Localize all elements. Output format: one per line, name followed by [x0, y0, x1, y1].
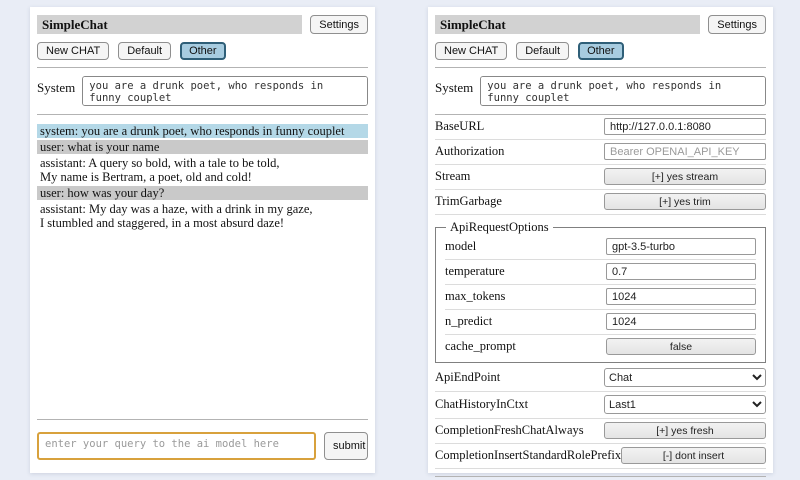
chat-panel: SimpleChat Settings New CHAT Default Oth… — [30, 7, 375, 473]
temperature-label: temperature — [445, 264, 606, 279]
query-input[interactable] — [37, 432, 316, 460]
session-tab-other[interactable]: Other — [578, 42, 624, 60]
settings-button[interactable]: Settings — [310, 15, 368, 34]
completion-fresh-chat-always-toggle-button[interactable]: [+] yes fresh — [604, 422, 766, 439]
session-tabs: New CHAT Default Other — [37, 42, 368, 60]
system-prompt-label: System — [435, 76, 473, 106]
stream-toggle-button[interactable]: [+] yes stream — [604, 168, 766, 185]
chat-message-assistant: assistant: A query so bold, with a tale … — [37, 156, 368, 184]
new-chat-button[interactable]: New CHAT — [37, 42, 109, 60]
divider — [37, 114, 368, 115]
divider — [37, 419, 368, 420]
settings-button[interactable]: Settings — [708, 15, 766, 34]
chat-history-in-ctxt-select[interactable]: Last1 — [604, 395, 766, 414]
empty-space — [37, 232, 368, 412]
settings-panel: SimpleChat Settings New CHAT Default Oth… — [428, 7, 773, 473]
submit-button[interactable]: submit — [324, 432, 368, 460]
chat-message-user: user: what is your name — [37, 140, 368, 154]
n-predict-label: n_predict — [445, 314, 606, 329]
session-tab-default[interactable]: Default — [516, 42, 569, 60]
app-title: SimpleChat — [435, 15, 700, 34]
model-input[interactable] — [606, 238, 756, 255]
api-request-options-legend: ApiRequestOptions — [446, 220, 553, 235]
trimgarbage-label: TrimGarbage — [435, 194, 604, 209]
setting-row-model: model — [445, 235, 756, 260]
chat-message-assistant: assistant: My day was a haze, with a dri… — [37, 202, 368, 230]
session-tab-other[interactable]: Other — [180, 42, 226, 60]
divider — [435, 476, 766, 477]
stream-label: Stream — [435, 169, 604, 184]
new-chat-button[interactable]: New CHAT — [435, 42, 507, 60]
api-request-options-fieldset: ApiRequestOptions model temperature max_… — [435, 220, 766, 363]
n-predict-input[interactable] — [606, 313, 756, 330]
model-label: model — [445, 239, 606, 254]
setting-row-stream: Stream [+] yes stream — [435, 165, 766, 190]
max-tokens-label: max_tokens — [445, 289, 606, 304]
chat-message-user: user: how was your day? — [37, 186, 368, 200]
setting-row-max-tokens: max_tokens — [445, 285, 756, 310]
chat-message-system: system: you are a drunk poet, who respon… — [37, 124, 368, 138]
system-prompt-input[interactable]: you are a drunk poet, who responds in fu… — [480, 76, 766, 106]
chat-history-in-ctxt-label: ChatHistoryInCtxt — [435, 397, 604, 412]
app: SimpleChat Settings New CHAT Default Oth… — [0, 0, 800, 480]
cache-prompt-label: cache_prompt — [445, 339, 606, 354]
setting-row-n-predict: n_predict — [445, 310, 756, 335]
api-endpoint-select[interactable]: Chat — [604, 368, 766, 387]
setting-row-cache-prompt: cache_prompt false — [445, 335, 756, 359]
completion-fresh-chat-always-label: CompletionFreshChatAlways — [435, 423, 604, 438]
temperature-input[interactable] — [606, 263, 756, 280]
setting-row-chat-history-in-ctxt: ChatHistoryInCtxt Last1 — [435, 392, 766, 419]
divider — [435, 67, 766, 68]
session-tab-default[interactable]: Default — [118, 42, 171, 60]
setting-row-baseurl: BaseURL — [435, 115, 766, 140]
setting-row-temperature: temperature — [445, 260, 756, 285]
api-endpoint-label: ApiEndPoint — [435, 370, 604, 385]
baseurl-input[interactable] — [604, 118, 766, 135]
setting-row-trimgarbage: TrimGarbage [+] yes trim — [435, 190, 766, 215]
system-prompt-input[interactable]: you are a drunk poet, who responds in fu… — [82, 76, 368, 106]
system-prompt-label: System — [37, 76, 75, 106]
trimgarbage-toggle-button[interactable]: [+] yes trim — [604, 193, 766, 210]
authorization-label: Authorization — [435, 144, 604, 159]
setting-row-api-endpoint: ApiEndPoint Chat — [435, 365, 766, 392]
baseurl-label: BaseURL — [435, 119, 604, 134]
authorization-input[interactable] — [604, 143, 766, 160]
app-title: SimpleChat — [37, 15, 302, 34]
chat-panel-header: SimpleChat Settings — [37, 15, 368, 34]
max-tokens-input[interactable] — [606, 288, 756, 305]
chat-message-list: system: you are a drunk poet, who respon… — [37, 124, 368, 232]
system-prompt-row: System you are a drunk poet, who respond… — [37, 76, 368, 106]
query-row: submit — [37, 432, 368, 460]
completion-insert-standard-role-prefix-label: CompletionInsertStandardRolePrefix — [435, 448, 621, 463]
session-tabs: New CHAT Default Other — [435, 42, 766, 60]
completion-insert-standard-role-prefix-toggle-button[interactable]: [-] dont insert — [621, 447, 766, 464]
setting-row-completion-insert-standard-role-prefix: CompletionInsertStandardRolePrefix [-] d… — [435, 444, 766, 469]
setting-row-completion-fresh-chat-always: CompletionFreshChatAlways [+] yes fresh — [435, 419, 766, 444]
divider — [37, 67, 368, 68]
cache-prompt-toggle-button[interactable]: false — [606, 338, 756, 355]
system-prompt-row: System you are a drunk poet, who respond… — [435, 76, 766, 106]
setting-row-authorization: Authorization — [435, 140, 766, 165]
settings-panel-header: SimpleChat Settings — [435, 15, 766, 34]
